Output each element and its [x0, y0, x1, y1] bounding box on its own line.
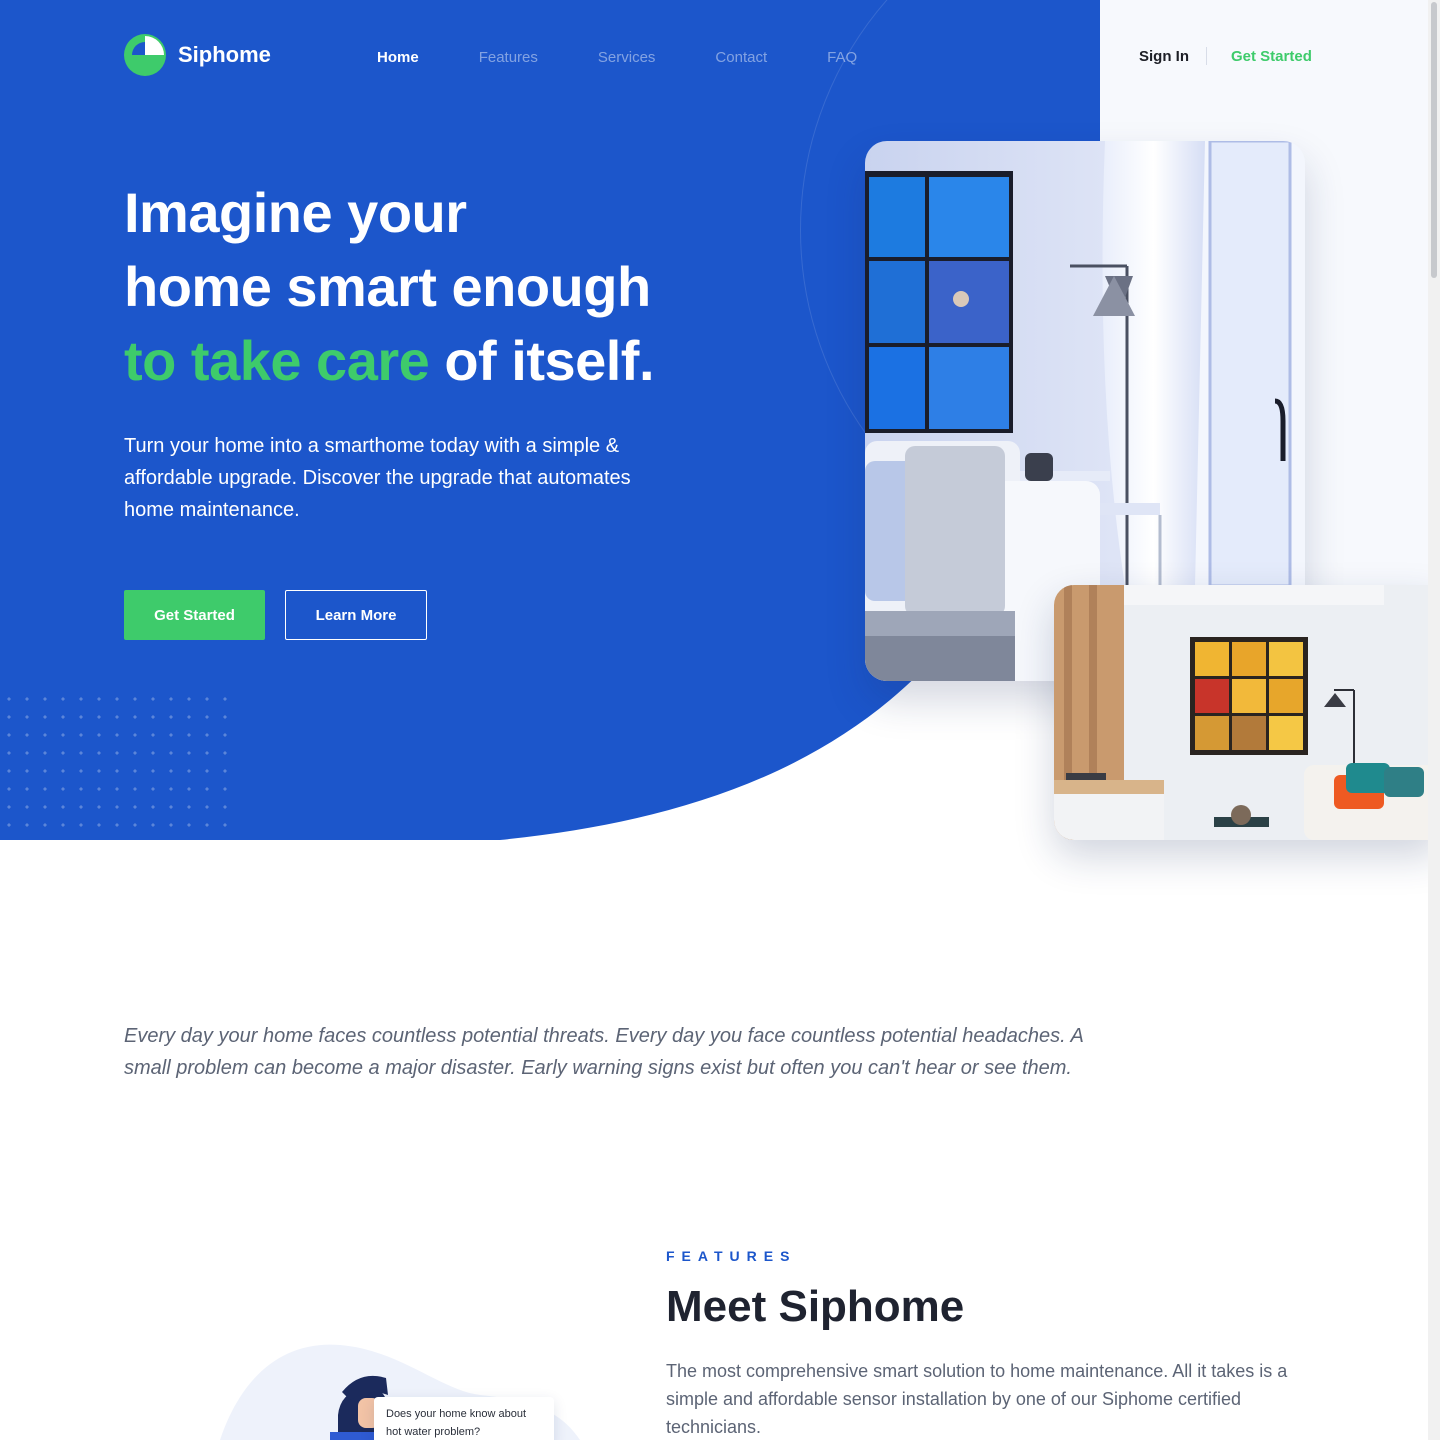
get-started-link[interactable]: Get Started	[1231, 48, 1312, 65]
hero-title: Imagine your home smart enough to take c…	[124, 176, 744, 398]
dot-pattern	[0, 690, 230, 840]
intro-text: Every day your home faces countless pote…	[124, 1025, 1084, 1079]
nav-item-features[interactable]: Features	[479, 49, 538, 66]
nav-item-faq[interactable]: FAQ	[827, 49, 857, 66]
nav-item-home[interactable]: Home	[377, 49, 419, 66]
hero-subtitle: Turn your home into a smarthome today wi…	[124, 435, 631, 521]
nav-item-services[interactable]: Services	[598, 49, 656, 66]
hero-photo-room	[1054, 585, 1440, 840]
features-title: Meet Siphome	[666, 1282, 965, 1331]
learn-more-button[interactable]: Learn More	[285, 590, 427, 640]
auth-links: Sign In Get Started	[1139, 47, 1312, 65]
auth-divider	[1206, 47, 1207, 65]
hero-title-line2: home smart enough	[124, 255, 651, 318]
get-started-button[interactable]: Get Started	[124, 590, 265, 640]
logo-icon	[124, 34, 166, 76]
hero-title-line1: Imagine your	[124, 181, 467, 244]
features-text: The most comprehensive smart solution to…	[666, 1361, 1288, 1437]
page-scrollbar[interactable]	[1428, 0, 1440, 1440]
hero-title-highlight: to take care	[124, 329, 430, 392]
nav-item-contact[interactable]: Contact	[715, 49, 767, 66]
brand-name: Siphome	[178, 42, 271, 67]
hero-title-rest: of itself.	[429, 329, 655, 392]
speech-bubble: Does your home know about hot water prob…	[374, 1397, 554, 1440]
logo[interactable]: Siphome	[124, 34, 271, 76]
sign-in-link[interactable]: Sign In	[1139, 48, 1189, 65]
main-nav: Home Features Services Contact FAQ	[377, 49, 917, 66]
scrollbar-thumb[interactable]	[1431, 2, 1437, 278]
features-label: FEATURES	[666, 1248, 797, 1264]
